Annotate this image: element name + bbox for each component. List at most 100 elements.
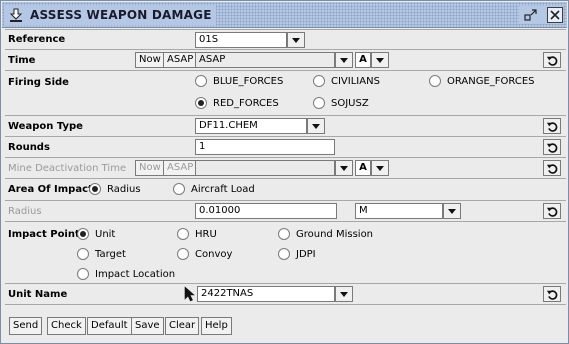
weapon-type-label: Weapon Type	[8, 121, 83, 132]
radio-orange-forces[interactable]: ORANGE_FORCES	[429, 75, 535, 87]
chevron-down-icon	[291, 35, 301, 45]
radio-circle	[77, 268, 89, 280]
radio-impact-location[interactable]: Impact Location	[77, 268, 175, 280]
time-field[interactable]: ASAP	[195, 52, 335, 68]
chevron-down-icon	[375, 55, 385, 65]
rounds-label: Rounds	[8, 142, 50, 153]
radio-sojusz[interactable]: SOJUSZ	[313, 97, 369, 109]
radio-circle	[177, 228, 189, 240]
radio-label: Aircraft Load	[191, 183, 255, 195]
weapon-type-field[interactable]: DF11.CHEM	[195, 118, 307, 134]
radio-circle	[173, 183, 185, 195]
radio-unit[interactable]: Unit	[77, 228, 115, 240]
radius-row: Radius 0.01000 M	[5, 200, 566, 222]
title-group: ASSESS WEAPON DAMAGE	[4, 5, 216, 25]
radius-unit-field[interactable]: M	[355, 203, 443, 219]
assess-weapon-damage-window: ASSESS WEAPON DAMAGE Reference 01S Time …	[0, 0, 569, 344]
time-asap-button[interactable]: ASAP	[163, 52, 198, 68]
mine-deactivation-dropdown-button[interactable]	[335, 160, 353, 176]
undo-icon	[546, 54, 559, 67]
mine-deactivation-field[interactable]	[195, 160, 335, 176]
radio-label: Impact Location	[95, 268, 176, 280]
weapon-type-reset-button[interactable]	[543, 118, 561, 134]
mine-asap-button[interactable]: ASAP	[163, 160, 198, 176]
help-button[interactable]: Help	[201, 317, 232, 335]
area-of-impact-label: Area Of Impact	[8, 184, 93, 195]
radius-unit-dropdown-button[interactable]	[443, 203, 461, 219]
time-reset-button[interactable]	[543, 52, 561, 68]
radio-label: Radius	[107, 183, 141, 195]
firing-side-row: Firing Side BLUE_FORCES CIVILIANS ORANGE…	[5, 71, 566, 116]
impact-point-row: Impact Point Unit HRU Ground Mission Tar…	[5, 222, 566, 284]
unit-name-field[interactable]: 2422TNAS	[197, 286, 335, 302]
radio-jdpi[interactable]: JDPI	[278, 248, 316, 260]
chevron-down-icon	[339, 55, 349, 65]
unit-name-dropdown-button[interactable]	[335, 286, 353, 302]
radio-blue-forces[interactable]: BLUE_FORCES	[195, 75, 283, 87]
firing-side-label: Firing Side	[8, 77, 69, 88]
close-icon[interactable]	[547, 7, 563, 23]
mine-deactivation-reset-button[interactable]	[543, 160, 561, 176]
time-dropdown-button[interactable]	[335, 52, 353, 68]
title-bar[interactable]: ASSESS WEAPON DAMAGE	[2, 2, 567, 28]
mine-unit-dropdown-button[interactable]	[371, 160, 389, 176]
time-unit-field[interactable]: A	[355, 52, 371, 68]
time-unit-dropdown-button[interactable]	[371, 52, 389, 68]
time-label: Time	[8, 55, 36, 66]
unit-name-label: Unit Name	[8, 289, 68, 300]
undo-icon	[546, 288, 559, 301]
weapon-type-row: Weapon Type DF11.CHEM	[5, 116, 566, 137]
radio-aircraft-load[interactable]: Aircraft Load	[173, 183, 255, 195]
radio-label: Convoy	[195, 248, 233, 260]
restore-window-icon[interactable]	[523, 7, 539, 23]
radio-civilians[interactable]: CIVILIANS	[313, 75, 380, 87]
radio-circle	[313, 97, 325, 109]
rounds-row: Rounds 1	[5, 137, 566, 158]
undo-icon	[546, 120, 559, 133]
reference-row: Reference 01S	[5, 29, 566, 50]
send-button[interactable]: Send	[9, 317, 43, 335]
radio-label: SOJUSZ	[331, 97, 369, 109]
radio-circle	[313, 75, 325, 87]
radio-circle	[177, 248, 189, 260]
radio-hru[interactable]: HRU	[177, 228, 217, 240]
reference-dropdown-button[interactable]	[287, 32, 305, 48]
default-button[interactable]: Default	[87, 317, 132, 335]
check-button[interactable]: Check	[47, 317, 86, 335]
radio-convoy[interactable]: Convoy	[177, 248, 232, 260]
weapon-type-dropdown-button[interactable]	[307, 118, 325, 134]
radio-label: ORANGE_FORCES	[447, 75, 535, 87]
mine-now-button[interactable]: Now	[135, 160, 165, 176]
radio-label: RED_FORCES	[213, 97, 279, 109]
mine-unit-field[interactable]: A	[355, 160, 371, 176]
radio-label: CIVILIANS	[331, 75, 380, 87]
radio-label: Unit	[95, 228, 116, 240]
clear-button[interactable]: Clear	[165, 317, 200, 335]
unit-name-reset-button[interactable]	[543, 286, 561, 302]
undo-icon	[546, 141, 559, 154]
radio-radius[interactable]: Radius	[89, 183, 141, 195]
radius-reset-button[interactable]	[543, 203, 561, 219]
save-button[interactable]: Save	[131, 317, 164, 335]
time-now-button[interactable]: Now	[135, 52, 165, 68]
chevron-down-icon	[339, 163, 349, 173]
chevron-down-icon	[339, 289, 349, 299]
rounds-reset-button[interactable]	[543, 139, 561, 155]
mine-deactivation-row: Mine Deactivation Time Now ASAP A	[5, 158, 566, 179]
radio-target[interactable]: Target	[77, 248, 126, 260]
undo-icon	[546, 205, 559, 218]
time-row: Time Now ASAP ASAP A	[5, 50, 566, 71]
rounds-field[interactable]: 1	[195, 139, 335, 155]
chevron-down-icon	[447, 206, 457, 216]
unit-name-row: Unit Name 2422TNAS	[5, 284, 566, 305]
radio-circle	[195, 75, 207, 87]
radio-circle	[429, 75, 441, 87]
radio-ground-mission[interactable]: Ground Mission	[278, 228, 373, 240]
radius-field[interactable]: 0.01000	[195, 203, 337, 219]
cursor-pointer-icon[interactable]	[183, 286, 197, 302]
radio-label: Target	[95, 248, 126, 260]
reference-field[interactable]: 01S	[195, 32, 287, 48]
radio-red-forces[interactable]: RED_FORCES	[195, 97, 279, 109]
down-arrow-icon	[9, 8, 23, 22]
radio-label: BLUE_FORCES	[213, 75, 284, 87]
